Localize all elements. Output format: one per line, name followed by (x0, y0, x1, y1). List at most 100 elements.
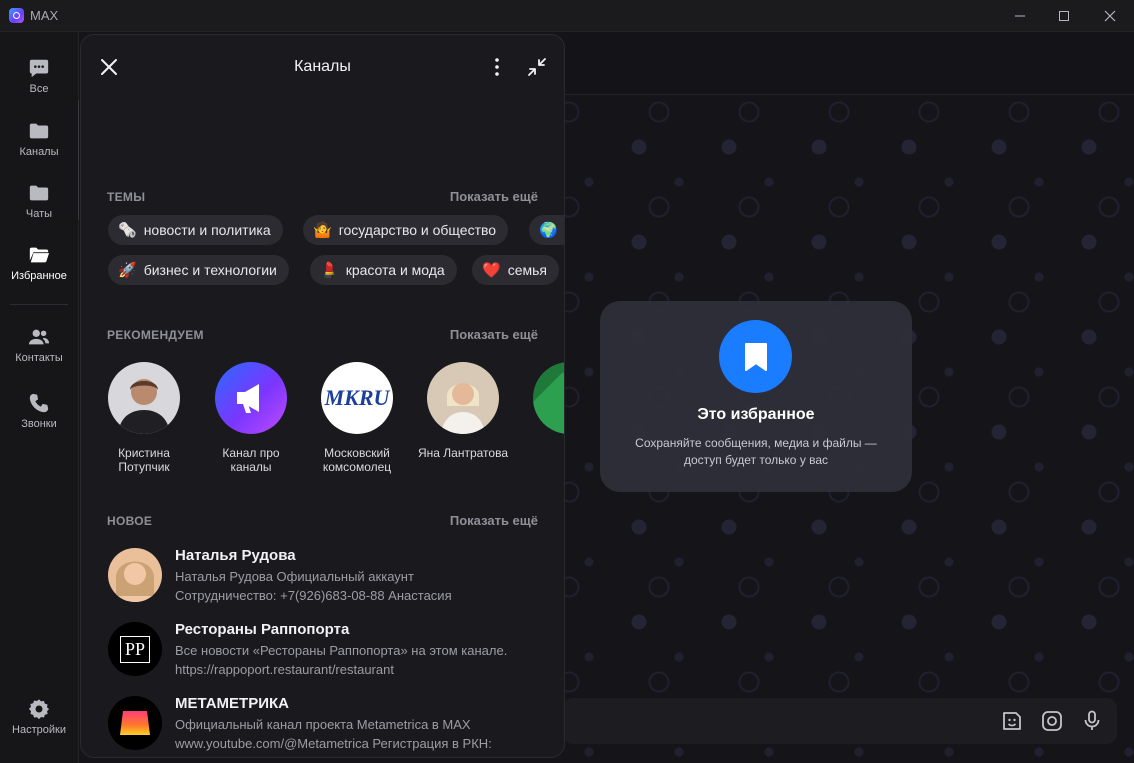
avatar (108, 696, 162, 750)
message-input-bar[interactable] (563, 698, 1117, 744)
recommended-channel[interactable]: MKRU Московский комсомолец (311, 362, 403, 474)
avatar (533, 362, 564, 434)
bookmark-icon (744, 342, 767, 371)
rail-item-label: Все (29, 83, 49, 95)
lipstick-icon: 💄 (320, 262, 339, 279)
new-show-more[interactable]: Показать ещё (450, 513, 538, 528)
favorites-title: Это избранное (697, 406, 815, 423)
theme-chip[interactable]: 🤷 государство и общество (303, 215, 509, 245)
theme-chip[interactable]: 🗞️ новости и политика (108, 215, 283, 245)
rail-item-calls[interactable]: Звонки (0, 392, 78, 448)
rail-item-contacts[interactable]: Контакты (0, 326, 78, 382)
people-icon (28, 329, 50, 345)
chip-label: красота и мода (345, 262, 445, 278)
maximize-button[interactable] (1042, 0, 1086, 31)
app-title: MAX (30, 8, 59, 23)
channel-description: Наталья Рудова Официальный аккаунт (175, 569, 414, 584)
phone-icon (29, 393, 49, 413)
rail-item-all[interactable]: Все (0, 57, 78, 113)
heart-icon: ❤️ (482, 262, 501, 279)
channel-name: Канал про каналы (222, 446, 280, 474)
close-window-button[interactable] (1088, 0, 1132, 31)
channel-description: www.youtube.com/@Metametrica Регистрация… (175, 736, 492, 751)
channel-name: Кристина Потупчик (118, 446, 170, 474)
rappoport-logo: PP (119, 635, 151, 663)
new-heading: НОВОЕ (107, 514, 153, 528)
channel-description: Сотрудничество: +7(926)683-08-88 Анастас… (175, 588, 452, 603)
collapse-icon[interactable] (525, 55, 549, 79)
recommended-channel[interactable]: С (523, 362, 564, 460)
close-icon (1104, 10, 1116, 21)
recommend-show-more[interactable]: Показать ещё (450, 327, 538, 342)
avatar (427, 362, 499, 434)
recommended-channel[interactable]: Кристина Потупчик (98, 362, 190, 474)
new-channel-item[interactable]: Наталья Рудова Наталья Рудова Официальны… (107, 547, 547, 618)
rail-item-favorites[interactable]: Избранное (0, 244, 78, 300)
channel-title: МЕТАМЕТРИКА (175, 695, 289, 712)
rocket-icon: 🚀 (118, 262, 137, 279)
globe-icon: 🌍 (539, 222, 558, 239)
new-channel-item[interactable]: МЕТАМЕТРИКА Официальный канал проекта Me… (107, 695, 547, 757)
channel-description: Официальный канал проекта Metametrica в … (175, 717, 471, 732)
favorites-info-card: Это избранное Сохраняйте сообщения, меди… (600, 301, 912, 492)
sticker-icon[interactable] (1000, 709, 1024, 733)
channels-panel: Каналы ТЕМЫ Показать ещё 🗞️ новости и по… (80, 34, 565, 758)
channel-description: https://rappoport.restaurant/restaurant (175, 662, 394, 677)
rail-item-label: Звонки (21, 418, 57, 430)
theme-chip[interactable]: 🌍 (529, 215, 564, 245)
gear-icon (28, 699, 50, 720)
rail-item-label: Чаты (25, 208, 53, 220)
newspaper-icon: 🗞️ (118, 222, 137, 239)
themes-heading: ТЕМЫ (107, 190, 146, 204)
megaphone-icon (237, 384, 259, 413)
minimize-icon (1015, 15, 1025, 16)
person-shrug-icon: 🤷 (313, 222, 332, 239)
theme-chip[interactable]: ❤️ семья (472, 255, 559, 285)
channel-name: Московский комсомолец (322, 446, 392, 474)
rail-divider (10, 304, 68, 305)
more-vertical-icon[interactable] (485, 55, 509, 79)
minimize-button[interactable] (998, 0, 1042, 31)
chip-label: бизнес и технологии (143, 262, 277, 278)
channel-name: С (523, 446, 564, 460)
favorites-badge (719, 320, 792, 393)
rail-item-label: Избранное (11, 270, 67, 282)
mkru-logo: MKRU (324, 385, 390, 410)
rail-item-label: Контакты (15, 352, 63, 364)
channel-name: Яна Лантратова (417, 446, 508, 460)
microphone-icon[interactable] (1080, 709, 1104, 733)
avatar: PP (108, 622, 162, 676)
theme-chip[interactable]: 🚀 бизнес и технологии (108, 255, 289, 285)
app-logo (9, 8, 24, 23)
folder-icon (29, 185, 49, 201)
navigation-rail: Все Каналы Чаты Избранное Контакты Звонк… (0, 32, 79, 763)
rail-item-channels[interactable]: Каналы (0, 120, 78, 176)
theme-chip[interactable]: 💄 красота и мода (310, 255, 457, 285)
recommended-channel[interactable]: Яна Лантратова (417, 362, 509, 460)
folder-icon (29, 123, 49, 139)
title-bar: MAX (0, 0, 1134, 32)
rail-item-label: Настройки (12, 724, 66, 736)
rail-item-settings[interactable]: Настройки (0, 698, 78, 754)
new-channel-item[interactable]: PP Рестораны Раппопорта Все новости «Рес… (107, 621, 547, 692)
recommended-channel[interactable]: Канал про каналы (205, 362, 297, 474)
avatar: MKRU (321, 362, 393, 434)
folder-open-icon (29, 247, 50, 263)
rail-item-label: Каналы (19, 146, 59, 158)
chip-label: новости и политика (143, 222, 271, 238)
maximize-icon (1059, 10, 1069, 21)
chip-label: государство и общество (338, 222, 497, 238)
themes-show-more[interactable]: Показать ещё (450, 189, 538, 204)
chat-bubble-icon (29, 59, 49, 78)
chat-header (563, 32, 1134, 95)
channel-title: Рестораны Раппопорта (175, 621, 350, 638)
avatar (215, 362, 287, 434)
channel-title: Наталья Рудова (175, 547, 296, 564)
camera-icon[interactable] (1040, 709, 1064, 733)
avatar (108, 548, 162, 602)
channel-description: Все новости «Рестораны Раппопорта» на эт… (175, 643, 508, 658)
recommend-heading: РЕКОМЕНДУЕМ (107, 328, 204, 342)
avatar (108, 362, 180, 434)
chip-label: семья (507, 262, 547, 278)
rail-item-chats[interactable]: Чаты (0, 182, 78, 238)
